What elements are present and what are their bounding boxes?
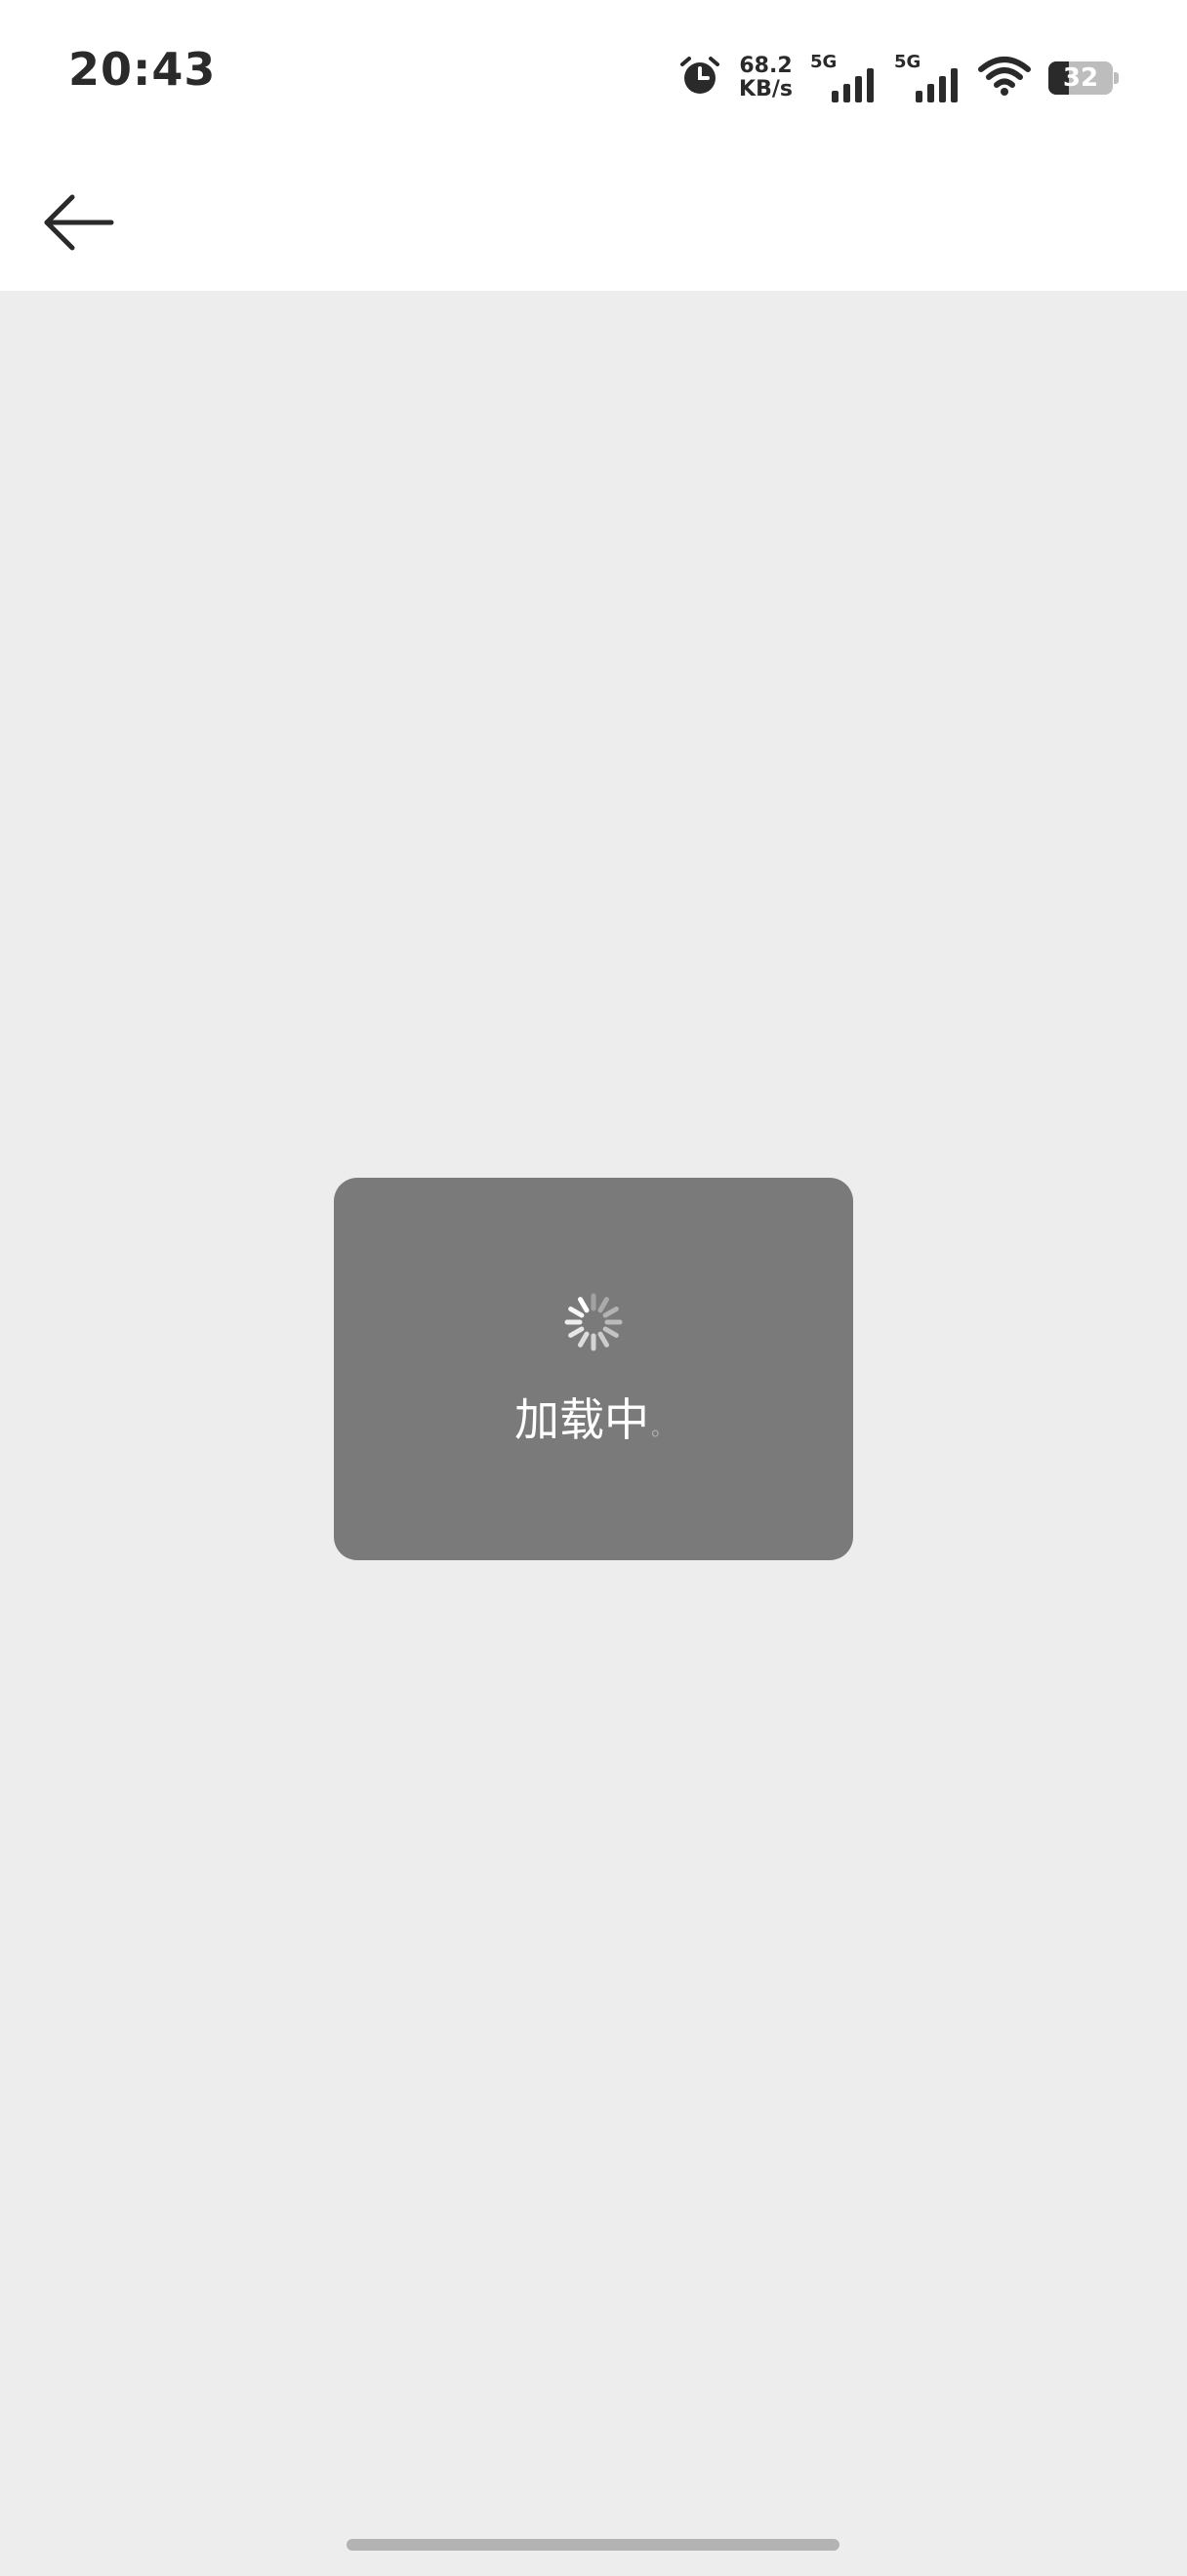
spinner-icon (564, 1293, 623, 1351)
status-time: 20:43 (68, 43, 217, 96)
network-speed-value: 68.2 (739, 54, 793, 78)
battery-icon: 32 (1048, 61, 1119, 95)
spinner-tick (568, 1326, 585, 1338)
sim2-signal: 5G (894, 52, 961, 102)
spinner-tick (602, 1326, 619, 1338)
loading-trailing: 。 (650, 1417, 673, 1441)
wifi-icon (978, 56, 1031, 101)
loading-label: 加载中 (513, 1393, 649, 1446)
battery-level: 32 (1062, 63, 1099, 93)
status-bar: 20:43 68.2 KB/s 5G 5G 32 (0, 0, 1187, 146)
nav-bar (0, 146, 1187, 291)
back-button[interactable] (29, 176, 127, 273)
alarm-icon (678, 55, 721, 101)
arrow-left-icon (39, 191, 117, 258)
home-indicator[interactable] (347, 2539, 839, 2551)
battery-body: 32 (1048, 61, 1113, 95)
network-speed-unit: KB/s (739, 77, 793, 101)
spinner-tick (597, 1331, 609, 1348)
loading-dialog: 加载中。 (334, 1178, 853, 1560)
spinner-tick (568, 1307, 585, 1318)
spinner-tick (597, 1297, 609, 1313)
spinner-tick (578, 1297, 590, 1313)
loading-text: 加载中。 (334, 1385, 853, 1449)
spinner-tick (602, 1307, 619, 1318)
sim1-signal: 5G (810, 52, 877, 102)
network-speed: 68.2 KB/s (739, 55, 793, 101)
status-icons: 68.2 KB/s 5G 5G 32 (678, 49, 1119, 107)
battery-tip (1114, 72, 1119, 84)
spinner-tick (578, 1331, 590, 1348)
